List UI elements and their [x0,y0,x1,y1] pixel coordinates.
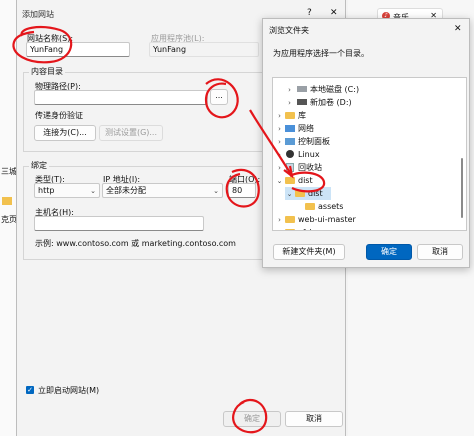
network-icon [285,125,295,132]
tree-item-recycle-bin[interactable]: › 回收站 [275,161,322,174]
ip-select-value: 全部未分配 [106,186,146,195]
folder-icon [285,177,295,184]
tree-item-d-drive[interactable]: › 新加卷 (D:) [285,96,352,109]
folder-icon [295,190,305,197]
start-immediately-label: 立即启动网站(M) [38,386,100,395]
test-settings-button: 测试设置(G)... [99,125,163,141]
chevron-right-icon: › [275,227,284,230]
site-name-input[interactable]: YunFang [26,42,130,57]
chevron-down-icon: ⌄ [90,187,96,195]
passthrough-label: 传递身份验证 [35,111,83,120]
tree-item-network[interactable]: › 网络 [275,122,314,135]
ok-button[interactable]: 确定 [223,411,281,427]
tree-item-label: 库 [298,111,306,120]
help-button[interactable]: ? [307,8,312,18]
content-dir-label: 内容目录 [29,66,65,77]
chevron-down-icon: ⌄ [276,177,283,185]
browse-ok-button[interactable]: 确定 [366,244,412,260]
recycle-bin-icon [286,163,294,172]
tree-item-label: 控制面板 [298,137,330,146]
chevron-down-icon: ⌄ [213,187,219,195]
tree-item-control-panel[interactable]: › 控制面板 [275,135,330,148]
start-immediately-checkbox[interactable]: ✓ [26,386,34,394]
tree-item-label: 网络 [298,124,314,133]
tree-item-label: 回收站 [298,163,322,172]
tree-item-dist[interactable]: ⌄ dist [275,174,313,187]
library-icon [285,112,295,119]
tree-item-yf-log[interactable]: › yf_log [275,226,322,230]
tree-item-label: dist [298,176,313,185]
new-folder-button[interactable]: 新建文件夹(M) [273,244,345,260]
type-select[interactable]: http ⌄ [34,183,100,198]
tree-scrollbar[interactable] [461,158,463,218]
port-input[interactable]: 80 [228,183,256,198]
type-select-value: http [38,186,55,195]
tree-item-linux[interactable]: › Linux [275,148,320,161]
cancel-button[interactable]: 取消 [285,411,343,427]
folder-icon [285,216,295,223]
folder-icon [285,229,295,230]
background-left-text-2: 克页 [1,215,17,224]
connect-as-button[interactable]: 连接为(C)... [34,125,96,141]
tree-item-label: dist [308,189,323,198]
browse-folder-dialog: 浏览文件夹 ✕ 为应用程序选择一个目录。 › 本地磁盘 (C:) › 新加卷 (D:… [262,18,470,268]
close-button[interactable]: ✕ [330,8,338,18]
drive-icon [297,99,307,105]
example-text: 示例: www.contoso.com 或 marketing.contoso.… [35,239,236,248]
background-left-folder-icon [2,197,12,205]
browse-instruction: 为应用程序选择一个目录。 [273,49,369,58]
binding-label: 绑定 [29,160,49,171]
dialog-title: 添加网站 [22,10,54,19]
tree-item-label: 新加卷 (D:) [310,98,352,107]
browse-close-button[interactable]: ✕ [454,24,462,34]
chevron-down-icon: ⌄ [286,190,293,198]
tree-item-label: assets [318,202,344,211]
ip-select[interactable]: 全部未分配 ⌄ [102,183,223,198]
folder-tree[interactable]: › 本地磁盘 (C:) › 新加卷 (D:) › 库 › 网络 › 控制面板 › Linux… [272,77,467,231]
tree-item-assets[interactable]: assets [304,200,343,213]
app-pool-field: YunFang [149,42,259,57]
browse-dialog-title: 浏览文件夹 [269,26,309,35]
control-panel-icon [285,138,295,145]
physical-path-input[interactable] [34,90,208,105]
tree-item-label: 本地磁盘 (C:) [310,85,360,94]
browse-cancel-button[interactable]: 取消 [417,244,463,260]
tree-item-label: yf_log [298,228,322,230]
linux-icon [286,150,294,158]
background-left-text-1: 三城 [1,167,17,176]
hostname-input[interactable] [34,216,204,231]
tree-item-web-ui-master[interactable]: › web-ui-master [275,213,356,226]
folder-icon [305,203,315,210]
tree-item-label: web-ui-master [298,215,356,224]
drive-icon [297,86,307,92]
tree-item-library[interactable]: › 库 [275,109,306,122]
tree-item-c-drive[interactable]: › 本地磁盘 (C:) [285,83,359,96]
tree-item-label: Linux [298,150,320,159]
browse-button[interactable]: ... [210,89,228,105]
tree-item-dist-selected[interactable]: ⌄ dist [285,187,331,200]
